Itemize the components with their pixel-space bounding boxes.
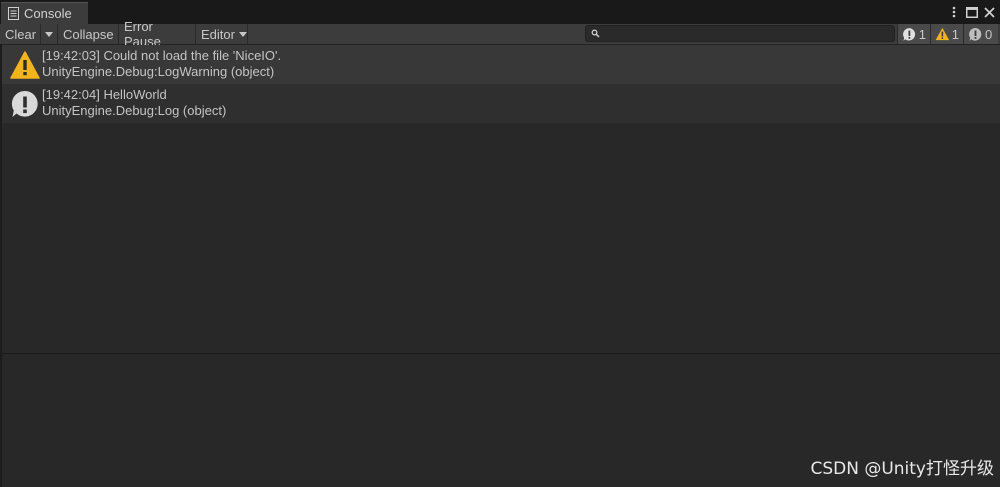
tab-console[interactable]: Console <box>1 2 88 24</box>
editor-dropdown-label: Editor <box>201 26 235 42</box>
watermark-text: CSDN @Unity打怪升级 <box>810 459 994 479</box>
log-list: [19:42:03] Could not load the file 'Nice… <box>0 45 1000 353</box>
log-entry-text: [19:42:03] Could not load the file 'Nice… <box>42 48 281 79</box>
left-border <box>0 44 2 487</box>
log-source: UnityEngine.Debug:Log (object) <box>42 102 227 118</box>
search-field[interactable] <box>585 25 895 42</box>
log-entry-warning[interactable]: [19:42:03] Could not load the file 'Nice… <box>0 45 1000 84</box>
warning-count: 1 <box>951 26 959 42</box>
log-count: 1 <box>918 26 926 42</box>
search-icon <box>591 29 600 38</box>
kebab-menu-icon[interactable] <box>948 4 960 20</box>
log-entry-info[interactable]: [19:42:04] HelloWorld UnityEngine.Debug:… <box>0 84 1000 123</box>
info-bubble-icon <box>903 27 916 41</box>
warning-icon <box>935 27 950 41</box>
clear-button-label: Clear <box>5 26 37 42</box>
warning-icon <box>10 51 40 79</box>
console-icon <box>8 7 19 20</box>
error-bubble-icon <box>969 27 982 41</box>
log-source: UnityEngine.Debug:LogWarning (object) <box>42 63 275 79</box>
maximize-icon[interactable] <box>964 4 980 20</box>
error-count: 0 <box>985 26 993 42</box>
collapse-button[interactable]: Collapse <box>58 24 119 44</box>
collapse-button-label: Collapse <box>63 26 114 42</box>
chevron-down-icon <box>45 31 53 37</box>
editor-dropdown[interactable]: Editor <box>196 24 248 44</box>
chevron-down-icon <box>238 31 247 37</box>
clear-options-dropdown[interactable] <box>41 24 58 44</box>
info-bubble-icon <box>11 90 38 117</box>
warning-count-toggle[interactable]: 1 <box>930 24 963 44</box>
clear-button[interactable]: Clear <box>0 24 41 44</box>
log-message: [19:42:04] HelloWorld <box>42 87 167 102</box>
error-count-toggle[interactable]: 0 <box>963 24 998 44</box>
log-count-toggle[interactable]: 1 <box>897 24 930 44</box>
error-pause-button[interactable]: Error Pause <box>119 19 196 49</box>
close-icon[interactable] <box>981 4 997 20</box>
log-message: [19:42:03] Could not load the file 'Nice… <box>42 48 282 63</box>
log-entry-text: [19:42:04] HelloWorld UnityEngine.Debug:… <box>42 87 226 118</box>
tab-title: Console <box>24 6 72 21</box>
